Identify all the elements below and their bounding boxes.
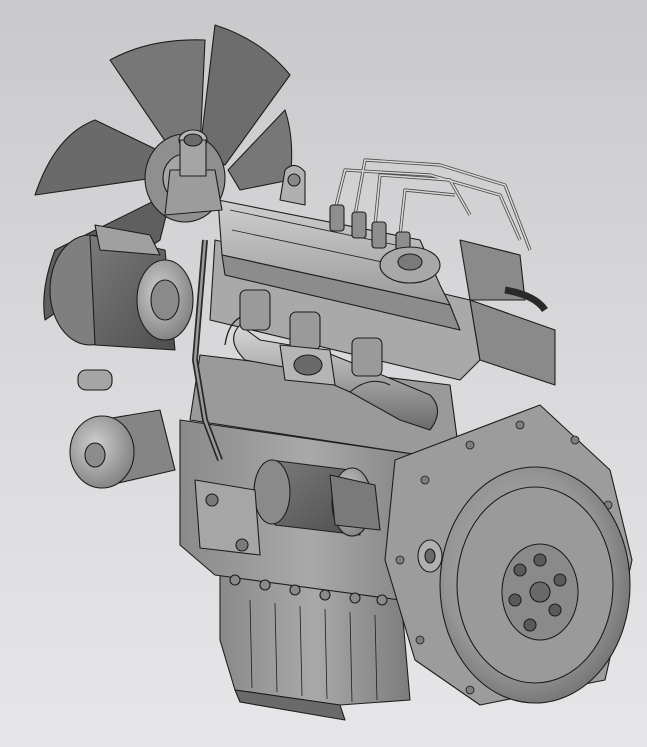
flywheel (439, 466, 631, 704)
cad-viewport[interactable] (0, 0, 647, 747)
fitting (417, 539, 443, 573)
engine-mount-bracket (194, 479, 261, 556)
engine-model[interactable] (0, 0, 647, 747)
oil-filter (69, 369, 176, 489)
alternator (49, 224, 194, 351)
